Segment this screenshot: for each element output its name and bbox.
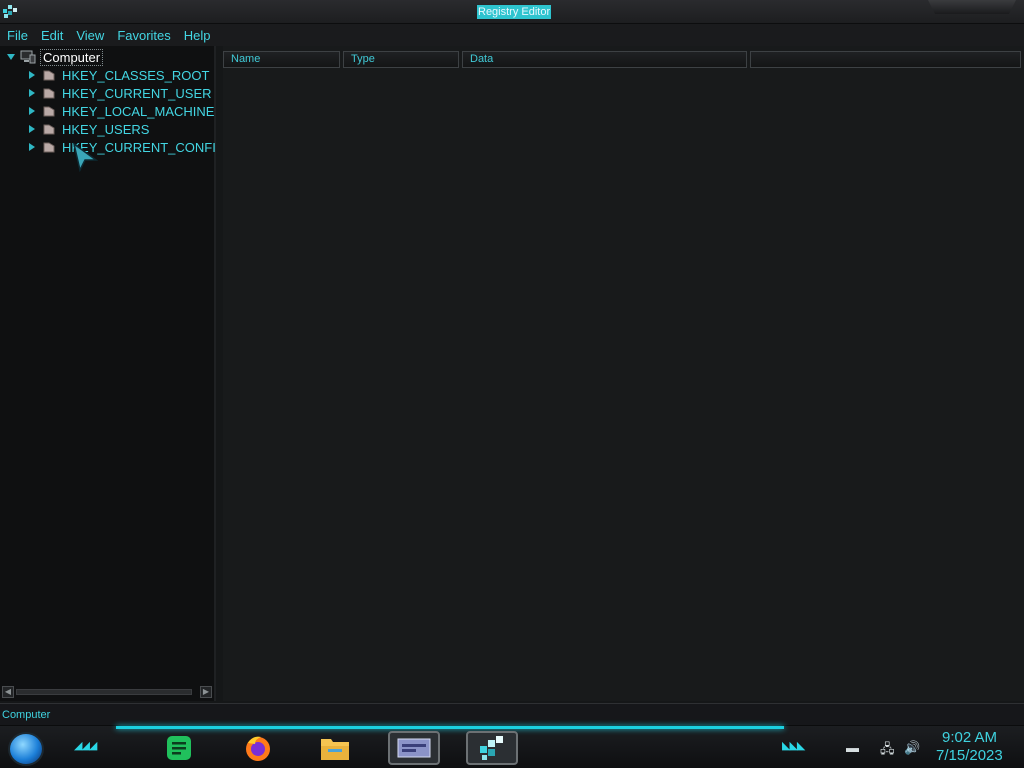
tree-root-label[interactable]: Computer (40, 48, 104, 66)
tree-pane: Computer HKEY_CLASSES_ROOT HKEY_CURRENT_… (0, 46, 216, 701)
expand-arrow-icon[interactable] (27, 124, 37, 134)
menu-edit[interactable]: Edit (41, 28, 63, 43)
taskbar-glow (116, 726, 784, 729)
scroll-thumb[interactable] (16, 689, 192, 695)
column-extra[interactable] (750, 51, 1021, 68)
file-explorer-button[interactable] (318, 731, 352, 765)
list-header: Name Type Data (223, 51, 1024, 69)
tree-item-hkey-current-user[interactable]: HKEY_CURRENT_USER (27, 84, 212, 102)
menu-favorites[interactable]: Favorites (117, 28, 170, 43)
folder-icon (43, 70, 55, 81)
expand-arrow-icon[interactable] (27, 70, 37, 80)
tree-item-label[interactable]: HKEY_USERS (62, 122, 149, 137)
notes-app-icon (167, 736, 191, 760)
tree-item-hkey-users[interactable]: HKEY_USERS (27, 120, 149, 138)
chevron-left-icon: ◢◢◢ (74, 740, 97, 752)
firefox-icon (246, 736, 270, 761)
title-bar: Registry Editor (0, 0, 1024, 24)
clock-date[interactable]: 7/15/2023 (936, 747, 1003, 764)
tree-item-label[interactable]: HKEY_LOCAL_MACHINE (62, 104, 214, 119)
collapse-arrow-icon[interactable] (6, 52, 16, 62)
expand-arrow-icon[interactable] (27, 88, 37, 98)
registry-editor-task-button[interactable] (466, 731, 518, 765)
taskbar: ◢◢◢ ◣◣◣ ▬ 🖧 🔊 9:02 AM 7/15/2023 (0, 725, 1024, 768)
scroll-left-icon[interactable]: ◀ (2, 686, 14, 698)
folder-icon (43, 142, 55, 153)
window-title: Registry Editor (477, 5, 552, 19)
show-hidden-icons-icon[interactable]: ▬ (846, 740, 859, 755)
registry-editor-icon[interactable] (2, 3, 18, 19)
menu-help[interactable]: Help (184, 28, 211, 43)
volume-icon[interactable]: 🔊 (904, 740, 920, 756)
tree-item-hkey-current-config[interactable]: HKEY_CURRENT_CONFI (27, 138, 216, 156)
tree-item-label[interactable]: HKEY_CURRENT_USER (62, 86, 212, 101)
window-switcher-button[interactable] (388, 731, 440, 765)
menu-view[interactable]: View (76, 28, 104, 43)
window-switcher-icon (397, 738, 431, 758)
firefox-button[interactable] (241, 731, 275, 765)
column-type[interactable]: Type (343, 51, 459, 68)
computer-icon (20, 50, 36, 64)
values-list-pane[interactable]: Name Type Data (223, 46, 1024, 701)
folder-icon (321, 739, 349, 760)
mouse-cursor-icon (72, 142, 98, 172)
notes-app-button[interactable] (162, 731, 196, 765)
folder-icon (43, 124, 55, 135)
folder-icon (43, 88, 55, 99)
column-name[interactable]: Name (223, 51, 340, 68)
window-controls[interactable] (928, 0, 1016, 14)
folder-icon (43, 106, 55, 117)
menu-file[interactable]: File (7, 28, 28, 43)
registry-editor-icon (480, 736, 503, 760)
chevron-right-icon: ◣◣◣ (782, 740, 805, 752)
start-button[interactable] (8, 732, 44, 766)
tree-root[interactable]: Computer (6, 48, 104, 66)
tree-item-hkey-classes-root[interactable]: HKEY_CLASSES_ROOT (27, 66, 209, 84)
clock-time[interactable]: 9:02 AM (942, 729, 997, 746)
network-icon[interactable]: 🖧 (880, 740, 895, 762)
expand-arrow-icon[interactable] (27, 106, 37, 116)
status-bar: Computer (0, 703, 1024, 725)
tree-item-hkey-local-machine[interactable]: HKEY_LOCAL_MACHINE (27, 102, 214, 120)
column-data[interactable]: Data (462, 51, 747, 68)
tree-item-label[interactable]: HKEY_CLASSES_ROOT (62, 68, 209, 83)
scroll-right-icon[interactable]: ▶ (200, 686, 212, 698)
status-path: Computer (2, 709, 51, 721)
menu-bar: File Edit View Favorites Help (0, 24, 1024, 46)
horizontal-scrollbar[interactable]: ◀ ▶ (2, 686, 213, 699)
expand-arrow-icon[interactable] (27, 142, 37, 152)
